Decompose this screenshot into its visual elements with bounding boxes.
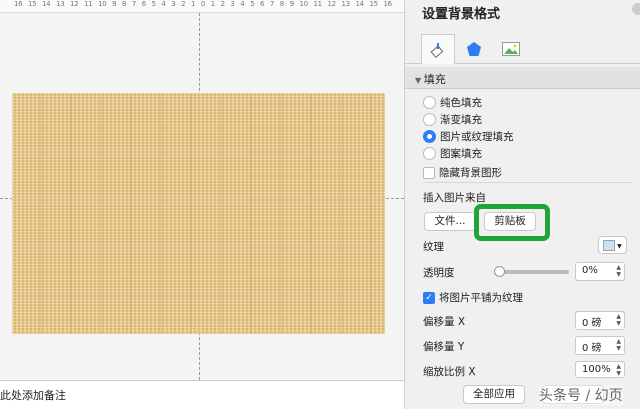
- ruler-tick-label: 13: [341, 0, 350, 8]
- ruler-tick-label: 14: [42, 0, 51, 8]
- notes-area[interactable]: 此处添加备注: [0, 380, 404, 409]
- ruler-tick-label: 11: [84, 0, 93, 8]
- texture-swatch-icon: [603, 239, 616, 251]
- file-button[interactable]: 文件...: [424, 212, 476, 231]
- ruler-tick-label: 12: [70, 0, 79, 8]
- fill-section-header[interactable]: ▼ 填充: [405, 67, 640, 89]
- ruler-tick-label: 6: [260, 0, 265, 8]
- radio-pattern-fill[interactable]: 图案填充: [423, 146, 482, 161]
- panel-title: 设置背景格式: [422, 7, 501, 22]
- slide-canvas[interactable]: [12, 93, 385, 334]
- stepper-arrows-icon[interactable]: ▲ ▼: [616, 313, 621, 327]
- ruler-tick-label: 4: [161, 0, 166, 8]
- transparency-stepper[interactable]: 0% ▲ ▼: [575, 262, 625, 281]
- checkbox-checked[interactable]: ✓: [423, 291, 435, 304]
- scale-x-label: 缩放比例 X: [423, 366, 476, 378]
- texture-picker[interactable]: ▼: [598, 236, 627, 254]
- radio-label: 图案填充: [440, 148, 482, 160]
- offset-y-stepper[interactable]: 0 磅 ▲ ▼: [575, 336, 625, 355]
- horizontal-ruler: 16 15 14 13 12 11 10 9 8 7 6 5 4 3 2 1 0 1 2 3 4 5 6 7 8 9 10 11 12 1…: [0, 0, 404, 13]
- paint-bucket-icon: [430, 42, 444, 58]
- tab-fill[interactable]: [421, 34, 455, 64]
- radio-label: 渐变填充: [440, 114, 482, 126]
- ruler-tick-label: 5: [151, 0, 156, 8]
- transparency-label: 透明度: [423, 267, 455, 279]
- radio-label: 图片或纹理填充: [440, 131, 514, 143]
- ruler-tick-label: 5: [250, 0, 255, 8]
- ruler-tick-label: 8: [121, 0, 127, 8]
- ruler-tick-label: 7: [131, 0, 136, 8]
- picture-icon: [502, 42, 520, 56]
- pentagon-icon: [467, 42, 481, 56]
- texture-label: 纹理: [423, 241, 444, 253]
- stepper-arrows-icon[interactable]: ▲ ▼: [616, 363, 621, 377]
- apply-all-button[interactable]: 全部应用: [463, 385, 525, 404]
- radio-label: 纯色填充: [440, 97, 482, 109]
- section-title: 填充: [423, 73, 446, 86]
- ruler-tick-label: 15: [369, 0, 379, 8]
- checkbox-label: 将图片平铺为纹理: [439, 292, 523, 304]
- watermark: 头条号 / 幻页: [539, 385, 623, 405]
- ruler-tick-label: 16: [383, 0, 393, 8]
- clipboard-highlight-box: [474, 204, 550, 241]
- notes-placeholder: 此处添加备注: [0, 389, 66, 402]
- stepper-arrows-icon[interactable]: ▲ ▼: [616, 338, 621, 352]
- tile-checkbox[interactable]: ✓ 将图片平铺为纹理: [423, 290, 523, 305]
- tab-picture[interactable]: [494, 34, 528, 64]
- ruler-tick-label: 7: [269, 0, 275, 8]
- ruler-tick-label: 12: [327, 0, 336, 8]
- radio-gradient-fill[interactable]: 渐变填充: [423, 112, 482, 127]
- ruler-tick-label: 1: [210, 0, 215, 8]
- ruler-tick-label: 10: [98, 0, 107, 8]
- checkbox[interactable]: [423, 166, 435, 179]
- ruler-tick-label: 2: [181, 0, 186, 8]
- ruler-tick-label: 9: [112, 0, 117, 8]
- hide-background-checkbox[interactable]: 隐藏背景图形: [423, 165, 502, 180]
- stepper-value: 0 磅: [582, 318, 602, 329]
- checkbox-label: 隐藏背景图形: [439, 167, 502, 179]
- chevron-down-icon: ▼: [615, 243, 622, 250]
- tab-effects[interactable]: [457, 34, 491, 64]
- ruler-tick-label: 6: [141, 0, 146, 8]
- ruler-tick-label: 15: [28, 0, 37, 8]
- radio-button[interactable]: [423, 96, 436, 109]
- divider: [425, 182, 631, 183]
- offset-y-label: 偏移量 Y: [423, 341, 465, 353]
- transparency-slider[interactable]: [494, 266, 569, 277]
- slide-editor: 16 15 14 13 12 11 10 9 8 7 6 5 4 3 2 1 0 1 2 3 4 5 6 7 8 9 10 11 12 1…: [0, 0, 404, 380]
- scale-x-stepper[interactable]: 100% ▲ ▼: [575, 361, 625, 378]
- ruler-tick-label: 9: [289, 0, 294, 8]
- slider-knob[interactable]: [494, 266, 505, 277]
- radio-solid-fill[interactable]: 纯色填充: [423, 95, 482, 110]
- radio-picture-fill[interactable]: 图片或纹理填充: [423, 129, 514, 144]
- radio-button[interactable]: [423, 113, 436, 126]
- radio-button[interactable]: [423, 147, 436, 160]
- radio-button[interactable]: [423, 130, 436, 143]
- stepper-arrows-icon[interactable]: ▲ ▼: [616, 264, 621, 278]
- stepper-value: 0%: [582, 265, 598, 276]
- collapse-triangle-icon: ▼: [415, 76, 424, 85]
- ruler-tick-label: 8: [279, 0, 284, 8]
- ruler-tick-label: 16: [14, 0, 23, 8]
- ruler-tick-label: 14: [355, 0, 365, 8]
- insert-from-label: 插入图片来自: [423, 192, 486, 204]
- ruler-tick-label: 3: [230, 0, 235, 8]
- stepper-value: 100%: [582, 364, 611, 375]
- ruler-tick-label: 4: [240, 0, 245, 8]
- ruler-tick-label: 13: [56, 0, 65, 8]
- offset-x-label: 偏移量 X: [423, 316, 466, 328]
- ruler-tick-label: 1: [190, 0, 196, 8]
- ruler-tick-label: 2: [220, 0, 225, 8]
- ruler-tick-label: 3: [171, 0, 176, 8]
- close-icon[interactable]: [632, 3, 640, 15]
- ruler-tick-label: 0: [200, 0, 205, 8]
- ruler-tick-label: 11: [313, 0, 322, 8]
- offset-x-stepper[interactable]: 0 磅 ▲ ▼: [575, 311, 625, 330]
- panel-tabs: [405, 32, 640, 64]
- ruler-tick-label: 10: [299, 0, 308, 8]
- stepper-value: 0 磅: [582, 343, 602, 354]
